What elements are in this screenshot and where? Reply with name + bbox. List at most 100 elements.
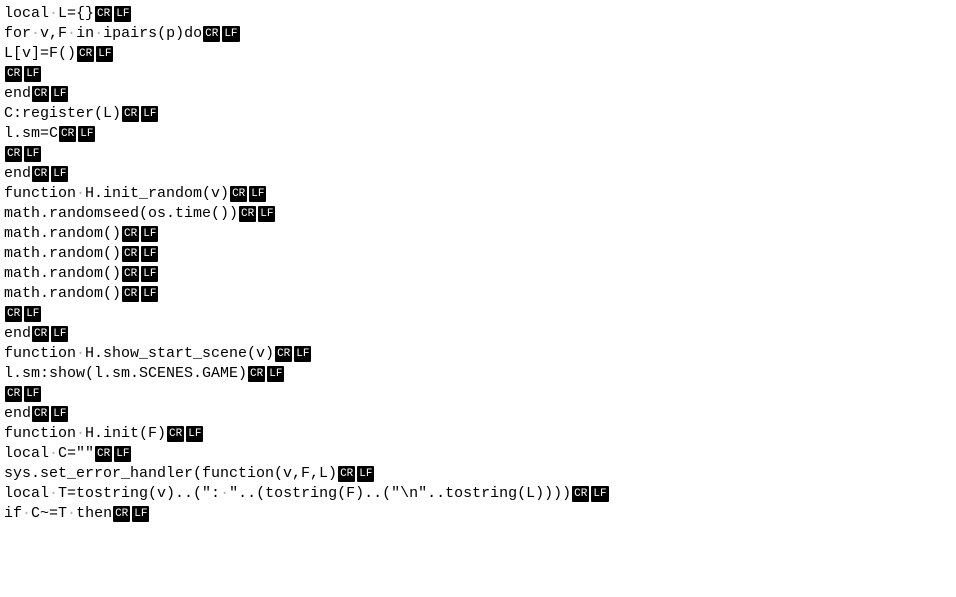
lf-marker: LF (186, 426, 203, 442)
cr-marker: CR (5, 306, 22, 322)
code-line: endCRLF (4, 164, 952, 184)
code-text: if (4, 505, 22, 522)
code-line: math.random()CRLF (4, 244, 952, 264)
cr-marker: CR (122, 266, 139, 282)
lf-marker: LF (132, 506, 149, 522)
code-line: CRLF (4, 384, 952, 404)
code-text: math.random() (4, 265, 121, 282)
whitespace-dot: · (94, 25, 103, 42)
whitespace-dot: · (220, 485, 229, 502)
lf-marker: LF (141, 226, 158, 242)
code-text: local (4, 485, 49, 502)
lf-marker: LF (114, 446, 131, 462)
code-text: function (4, 425, 76, 442)
lf-marker: LF (51, 166, 68, 182)
code-line: l.sm:show(l.sm.SCENES.GAME)CRLF (4, 364, 952, 384)
whitespace-dot: · (76, 185, 85, 202)
code-line: math.randomseed(os.time())CRLF (4, 204, 952, 224)
code-line: local·L={}CRLF (4, 4, 952, 24)
code-text: ipairs(p)do (103, 25, 202, 42)
code-line: sys.set_error_handler(function(v,F,L)CRL… (4, 464, 952, 484)
code-text: L[v]=F() (4, 45, 76, 62)
lf-marker: LF (141, 266, 158, 282)
code-text: L={} (58, 5, 94, 22)
code-text: end (4, 165, 31, 182)
code-line: CRLF (4, 64, 952, 84)
cr-marker: CR (32, 326, 49, 342)
code-text: H.init(F) (85, 425, 166, 442)
lf-marker: LF (78, 126, 95, 142)
whitespace-dot: · (31, 25, 40, 42)
cr-marker: CR (95, 6, 112, 22)
code-listing: local·L={}CRLFfor·v,F·in·ipairs(p)doCRLF… (4, 4, 952, 524)
lf-marker: LF (267, 366, 284, 382)
code-text: "..(tostring(F)..("\n"..tostring(L)))) (229, 485, 571, 502)
code-line: l.sm=CCRLF (4, 124, 952, 144)
whitespace-dot: · (76, 425, 85, 442)
code-line: if·C~=T·thenCRLF (4, 504, 952, 524)
lf-marker: LF (141, 286, 158, 302)
code-line: math.random()CRLF (4, 224, 952, 244)
whitespace-dot: · (67, 505, 76, 522)
cr-marker: CR (32, 86, 49, 102)
code-line: endCRLF (4, 324, 952, 344)
code-line: for·v,F·in·ipairs(p)doCRLF (4, 24, 952, 44)
code-line: function·H.init_random(v)CRLF (4, 184, 952, 204)
lf-marker: LF (114, 6, 131, 22)
cr-marker: CR (5, 66, 22, 82)
whitespace-dot: · (49, 485, 58, 502)
cr-marker: CR (167, 426, 184, 442)
code-text: l.sm=C (4, 125, 58, 142)
code-line: C:register(L)CRLF (4, 104, 952, 124)
lf-marker: LF (591, 486, 608, 502)
code-text: math.randomseed(os.time()) (4, 205, 238, 222)
cr-marker: CR (77, 46, 94, 62)
code-line: endCRLF (4, 84, 952, 104)
cr-marker: CR (275, 346, 292, 362)
lf-marker: LF (24, 66, 41, 82)
code-text: local (4, 445, 49, 462)
cr-marker: CR (122, 246, 139, 262)
code-line: function·H.show_start_scene(v)CRLF (4, 344, 952, 364)
cr-marker: CR (5, 146, 22, 162)
code-line: function·H.init(F)CRLF (4, 424, 952, 444)
lf-marker: LF (141, 246, 158, 262)
whitespace-dot: · (76, 345, 85, 362)
code-text: math.random() (4, 285, 121, 302)
code-line: CRLF (4, 304, 952, 324)
code-text: end (4, 85, 31, 102)
code-text: then (76, 505, 112, 522)
code-text: T=tostring(v)..(": (58, 485, 220, 502)
code-text: C:register(L) (4, 105, 121, 122)
code-line: math.random()CRLF (4, 284, 952, 304)
cr-marker: CR (122, 226, 139, 242)
code-line: CRLF (4, 144, 952, 164)
cr-marker: CR (32, 166, 49, 182)
cr-marker: CR (5, 386, 22, 402)
code-line: local·T=tostring(v)..(":·"..(tostring(F)… (4, 484, 952, 504)
whitespace-dot: · (22, 505, 31, 522)
code-text: local (4, 5, 49, 22)
cr-marker: CR (572, 486, 589, 502)
code-text: math.random() (4, 245, 121, 262)
lf-marker: LF (222, 26, 239, 42)
code-text: in (76, 25, 94, 42)
code-text: for (4, 25, 31, 42)
whitespace-dot: · (49, 445, 58, 462)
cr-marker: CR (122, 106, 139, 122)
code-text: function (4, 185, 76, 202)
lf-marker: LF (249, 186, 266, 202)
code-text: end (4, 325, 31, 342)
lf-marker: LF (24, 386, 41, 402)
code-text: l.sm:show(l.sm.SCENES.GAME) (4, 365, 247, 382)
code-text: math.random() (4, 225, 121, 242)
cr-marker: CR (248, 366, 265, 382)
code-text: v,F (40, 25, 67, 42)
cr-marker: CR (338, 466, 355, 482)
cr-marker: CR (203, 26, 220, 42)
cr-marker: CR (239, 206, 256, 222)
lf-marker: LF (51, 406, 68, 422)
code-text: function (4, 345, 76, 362)
lf-marker: LF (51, 86, 68, 102)
lf-marker: LF (357, 466, 374, 482)
